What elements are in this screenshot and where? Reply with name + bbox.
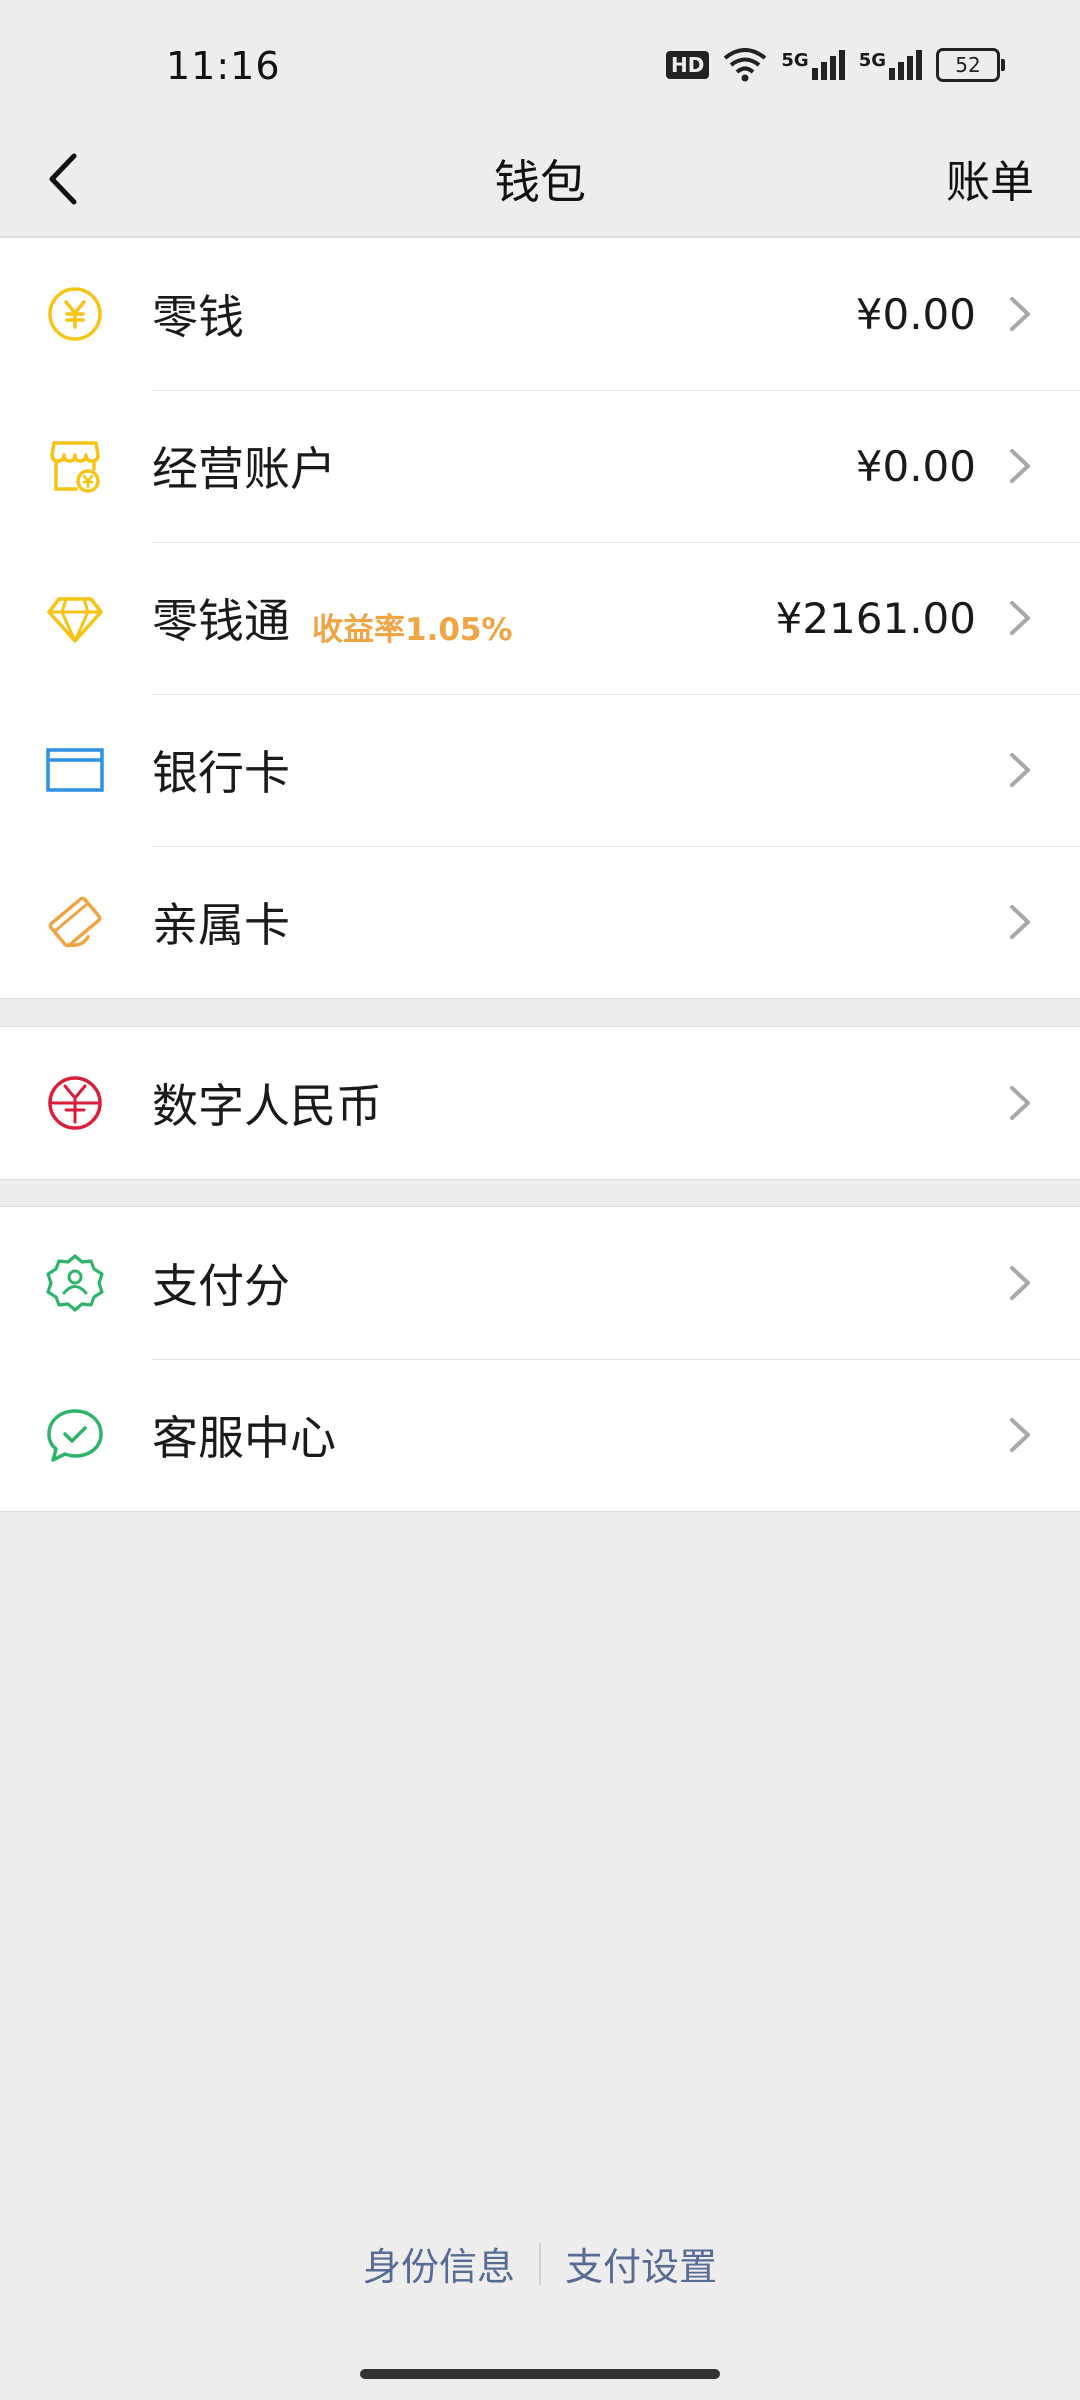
chevron-right-icon bbox=[1010, 1266, 1030, 1300]
shop-icon bbox=[44, 435, 106, 497]
row-label: 零钱 bbox=[152, 290, 244, 344]
wallet-group-1: 零钱 ¥0.00 经营账户 ¥0.00 零钱通 收益率1.05% ¥2161.0… bbox=[0, 237, 1080, 999]
hd-icon: HD bbox=[666, 51, 710, 79]
family-card-icon bbox=[44, 891, 106, 953]
bill-button[interactable]: 账单 bbox=[946, 146, 1034, 210]
licaitong-row[interactable]: 零钱通 收益率1.05% ¥2161.00 bbox=[0, 542, 1080, 694]
chevron-right-icon bbox=[1010, 601, 1030, 635]
chevron-right-icon bbox=[1010, 905, 1030, 939]
wallet-group-3: 支付分 客服中心 bbox=[0, 1206, 1080, 1512]
diamond-icon bbox=[44, 587, 106, 649]
family-card-row[interactable]: 亲属卡 bbox=[0, 846, 1080, 998]
status-bar: 11:16 HD 5G 5G 52 bbox=[0, 0, 1080, 120]
yield-rate-tag: 收益率1.05% bbox=[312, 612, 513, 648]
digital-rmb-icon bbox=[44, 1072, 106, 1134]
status-icons: HD 5G 5G 52 bbox=[666, 48, 1005, 82]
footer-divider bbox=[539, 2242, 541, 2285]
row-label: 客服中心 bbox=[152, 1411, 336, 1465]
change-balance: ¥0.00 bbox=[855, 289, 976, 339]
digital-rmb-row[interactable]: 数字人民币 bbox=[0, 1027, 1080, 1179]
page-title: 钱包 bbox=[494, 155, 586, 209]
customer-service-row[interactable]: 客服中心 bbox=[0, 1359, 1080, 1511]
network-type-1: 5G bbox=[781, 50, 809, 71]
nav-header: 钱包 账单 bbox=[0, 120, 1080, 237]
chevron-right-icon bbox=[1010, 1418, 1030, 1452]
change-row[interactable]: 零钱 ¥0.00 bbox=[0, 238, 1080, 390]
status-time: 11:16 bbox=[166, 44, 281, 88]
chevron-right-icon bbox=[1010, 753, 1030, 787]
row-label: 零钱通 bbox=[152, 594, 290, 648]
footer-links: 身份信息 支付设置 bbox=[0, 2236, 1080, 2291]
pay-settings-link[interactable]: 支付设置 bbox=[565, 2236, 717, 2291]
customer-service-icon bbox=[44, 1404, 106, 1466]
signal-icon-1: 5G bbox=[781, 50, 845, 80]
wallet-group-2: 数字人民币 bbox=[0, 1026, 1080, 1180]
chevron-right-icon bbox=[1010, 1086, 1030, 1120]
signal-icon-2: 5G bbox=[859, 50, 922, 80]
yuan-coin-icon bbox=[44, 283, 106, 345]
pay-score-row[interactable]: 支付分 bbox=[0, 1207, 1080, 1359]
battery-icon: 52 bbox=[936, 48, 1005, 82]
row-label: 数字人民币 bbox=[152, 1079, 382, 1133]
bank-card-row[interactable]: 银行卡 bbox=[0, 694, 1080, 846]
home-indicator[interactable] bbox=[360, 2369, 720, 2379]
identity-info-link[interactable]: 身份信息 bbox=[363, 2236, 515, 2291]
licaitong-balance: ¥2161.00 bbox=[775, 593, 976, 643]
row-label: 银行卡 bbox=[152, 746, 290, 800]
row-label: 亲属卡 bbox=[152, 898, 290, 952]
row-label: 支付分 bbox=[152, 1259, 290, 1313]
business-balance: ¥0.00 bbox=[855, 441, 976, 491]
wifi-icon bbox=[724, 48, 767, 82]
chevron-right-icon bbox=[1010, 297, 1030, 331]
bank-card-icon bbox=[44, 739, 106, 801]
business-account-row[interactable]: 经营账户 ¥0.00 bbox=[0, 390, 1080, 542]
chevron-right-icon bbox=[1010, 449, 1030, 483]
network-type-2: 5G bbox=[858, 50, 886, 71]
row-label: 经营账户 bbox=[152, 442, 336, 496]
pay-score-icon bbox=[44, 1252, 106, 1314]
